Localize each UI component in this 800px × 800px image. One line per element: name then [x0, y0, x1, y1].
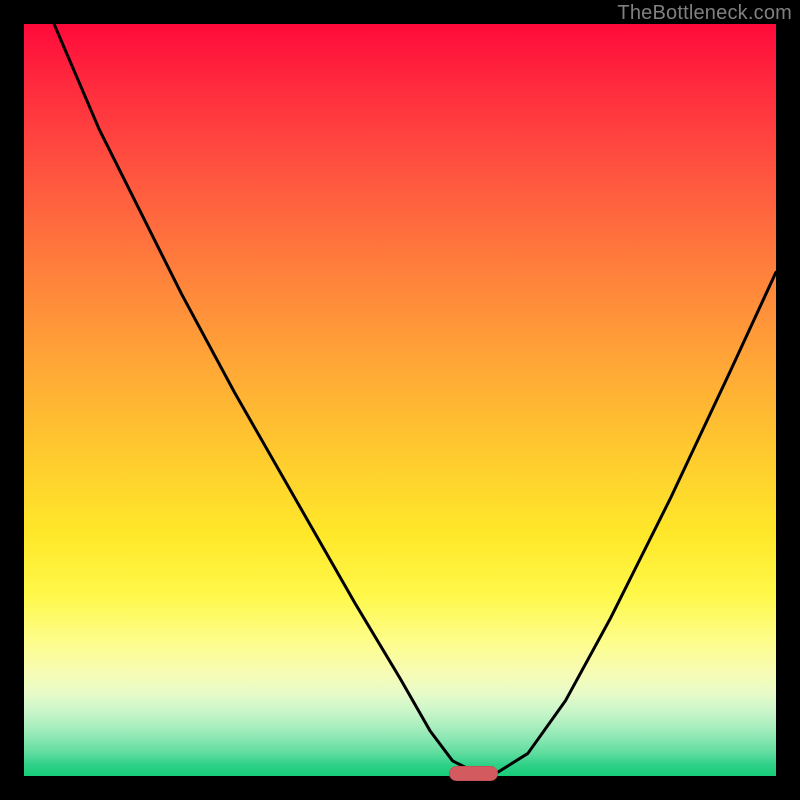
watermark-text: TheBottleneck.com: [617, 2, 792, 25]
plot-inner: [24, 24, 776, 776]
curve-svg: [24, 24, 776, 776]
bottleneck-curve: [54, 24, 776, 772]
optimal-marker: [449, 766, 498, 781]
chart-frame: TheBottleneck.com: [0, 0, 800, 800]
plot-area: [24, 24, 776, 776]
